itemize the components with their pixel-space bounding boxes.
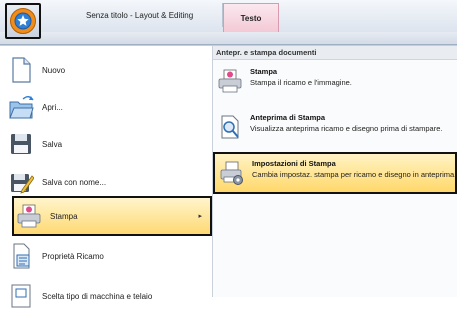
save-icon [11, 134, 31, 154]
submenu-arrow-icon: ▸ [198, 213, 202, 220]
menu-item-label: Scelta tipo di macchina e telaio [42, 291, 153, 301]
open-folder-icon [9, 96, 34, 119]
menu-item-scelta-macchina-telaio[interactable]: Scelta tipo di macchina e telaio [6, 276, 212, 316]
submenu-item-title: Stampa [250, 67, 278, 76]
submenu-item-description: Visualizza anteprima ricamo e disegno pr… [250, 124, 443, 133]
machine-hoop-icon [11, 284, 31, 308]
embroidery-properties-icon [13, 243, 30, 269]
submenu-item-impostazioni-di-stampa[interactable]: Impostazioni di Stampa Cambia impostaz. … [213, 152, 457, 194]
submenu-item-stampa[interactable]: Stampa Stampa il ricamo e l'immagine. [213, 62, 457, 102]
submenu-item-title: Impostazioni di Stampa [252, 159, 336, 168]
print-preview-icon [221, 115, 239, 139]
application-menu: Nuovo Apri... Salva Salva con nome... St… [0, 45, 457, 308]
menu-item-stampa[interactable]: Stampa ▸ [12, 196, 212, 236]
menu-item-label: Nuovo [42, 65, 66, 75]
menu-item-label: Stampa [50, 211, 78, 221]
application-menu-button[interactable] [5, 3, 41, 39]
menu-item-label: Salva con nome... [42, 177, 107, 187]
menu-item-label: Apri... [42, 102, 63, 112]
print-icon [218, 69, 242, 93]
submenu-header: Antepr. e stampa documenti [213, 46, 457, 60]
submenu-item-title: Anteprima di Stampa [250, 113, 326, 122]
print-icon [17, 204, 41, 228]
menu-item-nuovo[interactable]: Nuovo [6, 50, 212, 90]
ribbon-strip [0, 32, 457, 45]
menu-left-column: Nuovo Apri... Salva Salva con nome... St… [0, 46, 213, 308]
submenu-item-anteprima-di-stampa[interactable]: Anteprima di Stampa Visualizza anteprima… [213, 108, 457, 152]
print-settings-icon [220, 161, 243, 185]
menu-item-salva[interactable]: Salva [6, 124, 212, 164]
submenu-item-description: Cambia impostaz. stampa per ricamo e dis… [252, 170, 457, 179]
submenu-item-description: Stampa il ricamo e l'immagine. [250, 78, 352, 87]
window-title: Senza titolo - Layout & Editing [86, 11, 194, 20]
menu-item-apri[interactable]: Apri... [6, 87, 212, 127]
menu-item-label: Salva [42, 139, 63, 149]
title-bar: Senza titolo - Layout & Editing Testo [0, 0, 457, 39]
app-logo-icon [10, 8, 36, 34]
new-document-icon [12, 57, 31, 83]
submenu-panel: Antepr. e stampa documenti Stampa Stampa… [213, 46, 457, 297]
menu-item-label: Proprietà Ricamo [42, 251, 104, 261]
tab-testo[interactable]: Testo [223, 3, 279, 32]
menu-item-proprieta-ricamo[interactable]: Proprietà Ricamo [6, 236, 212, 276]
save-as-icon [11, 174, 34, 194]
